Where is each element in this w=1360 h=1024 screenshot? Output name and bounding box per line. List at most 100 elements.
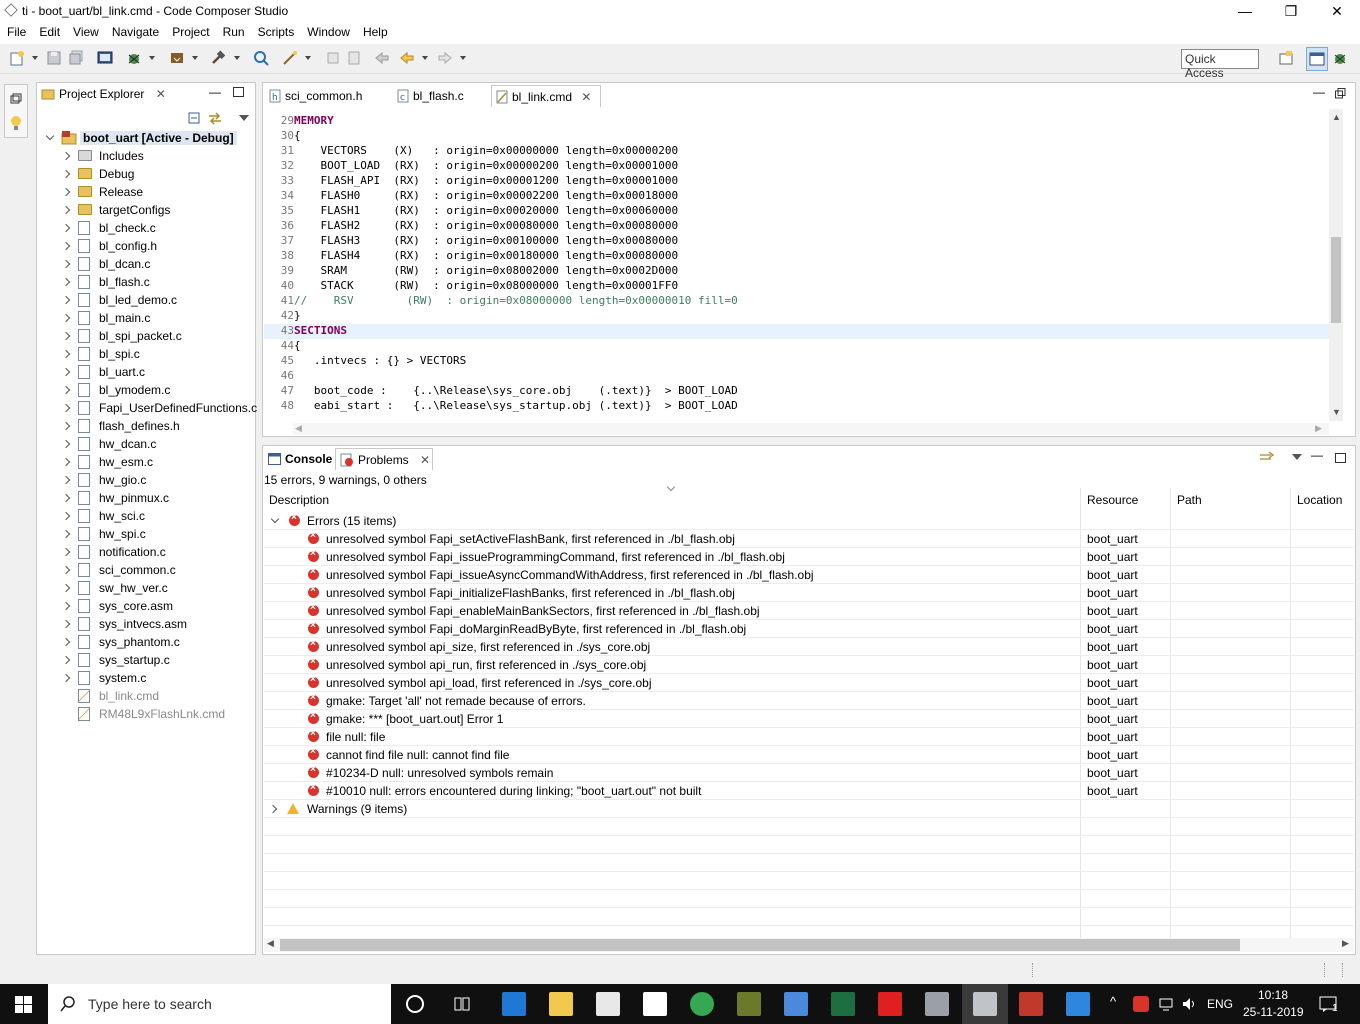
problem-row[interactable]: unresolved symbol Fapi_issueAsyncCommand… (264, 566, 1354, 584)
network-icon[interactable] (1158, 996, 1174, 1012)
collapsed-chevron-icon[interactable] (61, 331, 71, 341)
cortana-icon[interactable] (406, 995, 424, 1013)
collapsed-chevron-icon[interactable] (61, 169, 71, 179)
column-resource[interactable]: Resource (1087, 493, 1138, 507)
ccs-edit-perspective-button[interactable] (1306, 47, 1328, 71)
menu-window[interactable]: Window (300, 22, 356, 39)
collapsed-chevron-icon[interactable] (61, 475, 71, 485)
save-all-icon[interactable] (68, 50, 84, 66)
problem-row[interactable]: unresolved symbol Fapi_setActiveFlashBan… (264, 530, 1354, 548)
column-description[interactable]: Description (269, 493, 329, 507)
minimize-button[interactable]: — (1222, 0, 1268, 22)
hcg-app-icon[interactable] (878, 992, 902, 1016)
problems-horizontal-scrollbar[interactable]: ◀ ▶ (264, 938, 1354, 952)
problem-row[interactable]: #10234-D null: unresolved symbols remain… (264, 764, 1354, 782)
tab-console[interactable]: Console (265, 448, 333, 470)
focus-on-workbench-icon[interactable] (1259, 451, 1275, 465)
forward-arrow-icon[interactable] (437, 50, 453, 66)
problem-row[interactable]: unresolved symbol api_run, first referen… (264, 656, 1354, 674)
menu-navigate[interactable]: Navigate (105, 22, 165, 39)
editor-horizontal-scrollbar[interactable]: ◀ ▶ (293, 423, 1329, 435)
editor-vertical-scrollbar[interactable]: ▲ ▼ (1329, 109, 1343, 421)
scroll-thumb[interactable] (1331, 237, 1341, 323)
collapsed-chevron-icon[interactable] (61, 313, 71, 323)
menu-run[interactable]: Run (216, 22, 251, 39)
collapsed-chevron-icon[interactable] (61, 583, 71, 593)
column-location[interactable]: Location (1297, 493, 1342, 507)
collapsed-chevron-icon[interactable] (61, 259, 71, 269)
flash-load-icon[interactable] (169, 50, 185, 66)
wps-writer-icon[interactable] (1066, 992, 1090, 1016)
collapsed-chevron-icon[interactable] (61, 367, 71, 377)
back-dropdown-icon[interactable] (422, 56, 428, 60)
scroll-left-arrow-icon[interactable]: ◀ (267, 938, 274, 949)
volume-icon[interactable] (1181, 996, 1197, 1012)
tab-sci-common-h[interactable]: h sci_common.h (265, 85, 385, 107)
acrobat-icon[interactable] (1019, 992, 1043, 1016)
windows-start-icon[interactable] (15, 996, 32, 1013)
menu-edit[interactable]: Edit (32, 22, 66, 39)
lightbulb-icon[interactable] (10, 115, 22, 131)
collapsed-chevron-icon[interactable] (61, 547, 71, 557)
collapsed-chevron-icon[interactable] (61, 403, 71, 413)
problem-row[interactable]: unresolved symbol api_size, first refere… (264, 638, 1354, 656)
toggle-block-icon[interactable] (346, 50, 362, 66)
expanded-chevron-icon[interactable] (45, 131, 55, 141)
task-view-icon[interactable] (453, 994, 473, 1014)
save-icon[interactable] (46, 50, 62, 66)
maximize-view-icon[interactable] (233, 87, 244, 97)
problem-row[interactable]: unresolved symbol Fapi_initializeFlashBa… (264, 584, 1354, 602)
tab-bl-flash-c[interactable]: c bl_flash.c (393, 85, 489, 107)
collapsed-chevron-icon[interactable] (61, 205, 71, 215)
debug-icon[interactable] (126, 50, 142, 66)
maximize-button[interactable]: ❐ (1268, 0, 1314, 22)
quick-access-field[interactable]: Quick Access (1181, 49, 1259, 80)
snipping-tool-icon[interactable] (737, 992, 761, 1016)
forward-dropdown-icon[interactable] (460, 56, 466, 60)
build-dropdown-icon[interactable] (234, 56, 240, 60)
collapsed-chevron-icon[interactable] (61, 385, 71, 395)
problem-row[interactable]: unresolved symbol Fapi_enableMainBankSec… (264, 602, 1354, 620)
collapse-all-icon[interactable] (187, 111, 201, 125)
new-icon[interactable] (9, 50, 25, 66)
collapsed-chevron-icon[interactable] (61, 295, 71, 305)
view-menu-icon[interactable] (239, 115, 249, 121)
clock-time[interactable]: 10:18 (1258, 988, 1288, 1002)
scroll-thumb[interactable] (280, 939, 1240, 951)
toggle-mark-icon[interactable] (325, 50, 341, 66)
tray-app-icon[interactable] (1133, 996, 1149, 1012)
scroll-left-arrow-icon[interactable]: ◀ (295, 423, 302, 434)
code-area[interactable]: 29 MEMORY 30{31 VECTORS (X) : origin=0x000… (264, 109, 1329, 423)
load-dropdown-icon[interactable] (192, 56, 198, 60)
collapsed-chevron-icon[interactable] (61, 187, 71, 197)
collapsed-chevron-icon[interactable] (61, 439, 71, 449)
ccs-app-icon[interactable] (925, 992, 949, 1016)
open-perspective-icon[interactable] (1278, 50, 1294, 66)
minimize-view-icon[interactable]: — (1311, 448, 1323, 462)
menu-scripts[interactable]: Scripts (251, 22, 301, 39)
close-button[interactable]: ✕ (1314, 0, 1360, 22)
language-indicator[interactable]: ENG (1207, 997, 1233, 1011)
collapsed-chevron-icon[interactable] (61, 349, 71, 359)
collapsed-chevron-icon[interactable] (61, 601, 71, 611)
last-edit-icon[interactable] (374, 50, 390, 66)
link-with-editor-icon[interactable] (207, 110, 223, 126)
minimize-view-icon[interactable]: — (209, 85, 221, 99)
scroll-down-arrow-icon[interactable]: ▼ (1332, 407, 1341, 417)
show-hidden-icons-icon[interactable]: ^ (1110, 994, 1116, 1009)
menu-view[interactable]: View (66, 22, 105, 39)
warnings-group-row[interactable]: Warnings (9 items) (264, 800, 1354, 818)
menu-help[interactable]: Help (356, 22, 394, 39)
clock-date[interactable]: 25-11-2019 (1243, 1005, 1304, 1019)
problem-row[interactable]: gmake: Target 'all' not remade because o… (264, 692, 1354, 710)
collapsed-chevron-icon[interactable] (61, 655, 71, 665)
column-path[interactable]: Path (1177, 493, 1202, 507)
store-icon[interactable] (596, 992, 620, 1016)
collapsed-chevron-icon[interactable] (268, 804, 278, 814)
restore-icon[interactable] (10, 93, 22, 105)
collapsed-chevron-icon[interactable] (61, 421, 71, 431)
ccs-active-app[interactable] (962, 984, 1008, 1024)
file-explorer-icon[interactable] (549, 992, 573, 1016)
problem-row[interactable]: unresolved symbol Fapi_issueProgrammingC… (264, 548, 1354, 566)
excel-icon[interactable] (831, 992, 855, 1016)
